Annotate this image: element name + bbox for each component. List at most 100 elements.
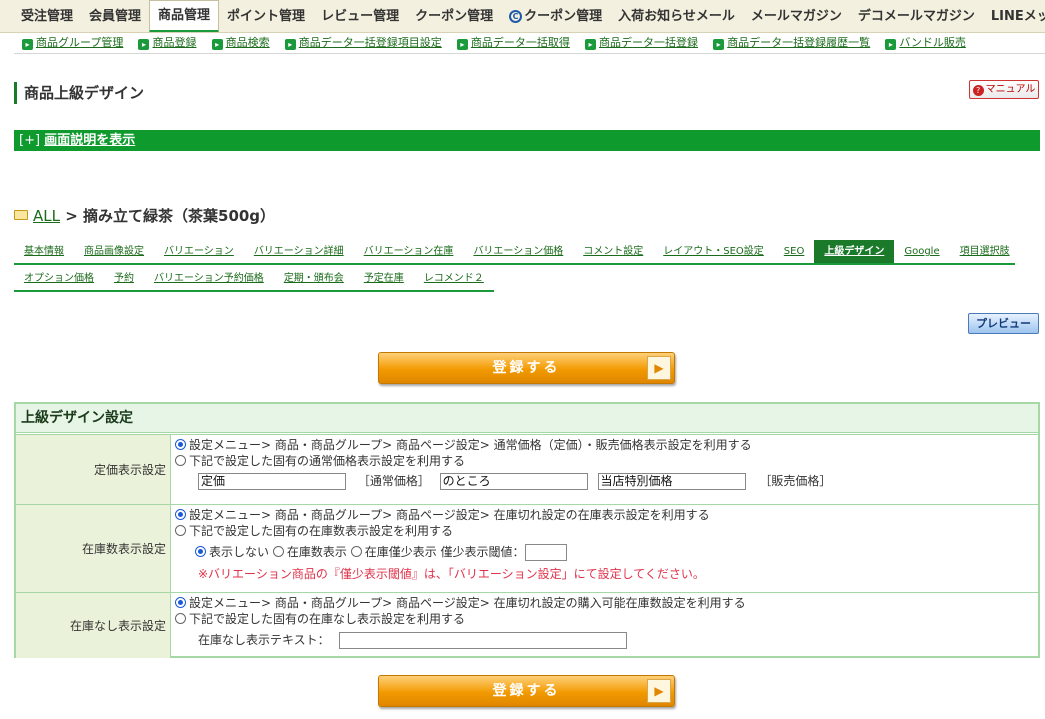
arrow-icon: ▸ [456,39,468,50]
radio-selected[interactable] [175,597,186,608]
nav-coupons[interactable]: クーポン管理 [407,0,501,32]
arrow-icon: ▸ [284,39,296,50]
breadcrumb-all[interactable]: ALL [33,207,60,225]
advanced-design-settings: 上級デザイン設定 定価表示設定 設定メニュー> 商品・商品グループ> 商品ページ… [14,402,1040,658]
subnav-bulk-fields[interactable]: ▸ 商品データ一括登録項目設定 [284,35,442,51]
nav-deco-mail[interactable]: デコメールマガジン [850,0,983,32]
arrow-right-icon: ▶ [647,356,671,380]
nav-mail-magazine[interactable]: メールマガジン [743,0,850,32]
tab-layout-seo[interactable]: レイアウト・SEO設定 [653,240,774,263]
c-coupon-icon: C [509,10,523,23]
settings-title: 上級デザイン設定 [16,404,1038,433]
nav-restock-mail[interactable]: 入荷お知らせメール [610,0,743,32]
help-toggle[interactable]: [+] [19,133,40,148]
price-option-custom[interactable]: 下記で設定した固有の通常価格表示設定を利用する [175,453,1038,469]
nostock-option-custom[interactable]: 下記で設定した固有の在庫なし表示設定を利用する [175,611,1038,627]
subnav-bulk-history[interactable]: ▸ 商品データ一括登録履歴一覧 [713,35,870,51]
arrow-icon: ▸ [585,39,597,50]
save-button-top[interactable]: 登録する ▶ [378,352,675,384]
stock-display-options: 設定メニュー> 商品・商品グループ> 商品ページ設定> 在庫切れ設定の在庫表示設… [172,505,1038,592]
nav-orders[interactable]: 受注管理 [13,0,81,32]
stock-option-custom[interactable]: 下記で設定した固有の在庫数表示設定を利用する [175,523,1038,539]
nav-products[interactable]: 商品管理 [149,0,220,32]
tab-option-price[interactable]: オプション価格 [14,267,104,290]
out-of-stock-options: 設定メニュー> 商品・商品グループ> 商品ページ設定> 在庫切れ設定の購入可能在… [172,593,1038,658]
preview-button[interactable]: プレビュー [968,313,1039,334]
question-icon: ? [972,85,984,96]
price-fields: 定価 ［通常価格］ のところ 当店特別価格 ［販売価格］ [175,473,1038,495]
subnav-bulk-export[interactable]: ▸ 商品データ一括取得 [456,35,570,51]
sub-navigation: ▸ 商品グループ管理 ▸ 商品登録 ▸ 商品検索 ▸ 商品データ一括登録項目設定 ▸ 商品… [22,35,977,51]
manual-button[interactable]: ? マニュアル [969,80,1039,99]
price-option-global[interactable]: 設定メニュー> 商品・商品グループ> 商品ページ設定> 通常価格（定価）・販売価… [175,437,1038,453]
nostock-text-input[interactable] [339,632,628,649]
folder-icon [14,210,28,220]
help-bar: [+] 画面説明を表示 [14,130,1040,151]
tab-google[interactable]: Google [894,240,949,263]
radio-unselected[interactable] [175,455,186,466]
nav-c-coupons[interactable]: C クーポン管理 [501,0,610,32]
tab-row-1: 基本情報 商品画像設定 バリエーション バリエーション詳細 バリエーション在庫 バリエーシ… [14,240,1015,265]
tab-comments[interactable]: コメント設定 [573,240,653,263]
nostock-text-label: 在庫なし表示テキスト： [198,633,330,647]
nav-reviews[interactable]: レビュー管理 [313,0,407,32]
arrow-icon: ▸ [885,39,897,50]
tab-advanced-design[interactable]: 上級デザイン [814,240,895,263]
subnav-bundle[interactable]: ▸ バンドル販売 [885,35,966,51]
tab-images[interactable]: 商品画像設定 [74,240,154,263]
sale-price-tag: ［販売価格］ [759,474,832,488]
regular-price-tag: ［通常価格］ [357,474,430,488]
tab-seo[interactable]: SEO [774,240,815,263]
breadcrumb-separator: > [59,207,83,225]
price-display-label: 定価表示設定 [16,435,171,504]
nav-members[interactable]: 会員管理 [81,0,149,32]
out-of-stock-label: 在庫なし表示設定 [16,593,171,658]
tab-subscription[interactable]: 定期・頒布会 [274,267,354,290]
radio-selected[interactable] [175,509,186,520]
tab-variation-reserve-price[interactable]: バリエーション予約価格 [144,267,274,290]
tab-basic-info[interactable]: 基本情報 [14,240,74,263]
threshold-label: 僅少表示閾値： [440,545,525,559]
subnav-bulk-import[interactable]: ▸ 商品データ一括登録 [585,35,698,51]
radio-few-stock[interactable] [350,546,362,557]
stock-display-label: 在庫数表示設定 [16,505,171,592]
page-title: 商品上級デザイン [14,82,144,104]
divider [14,53,1045,54]
radio-selected[interactable] [175,439,186,450]
tab-planned-stock[interactable]: 予定在庫 [354,267,414,290]
tab-recommend[interactable]: レコメンド２ [414,267,494,290]
save-button-bottom[interactable]: 登録する ▶ [378,675,675,707]
nostock-text-field: 在庫なし表示テキスト： [175,631,1038,651]
tab-variation-price[interactable]: バリエーション価格 [463,240,573,263]
price-connector-input[interactable]: のところ [439,473,588,490]
tab-variation-detail[interactable]: バリエーション詳細 [244,240,354,263]
save-label: 登録する [492,360,561,376]
radio-unselected[interactable] [175,613,186,624]
help-link[interactable]: 画面説明を表示 [44,133,135,148]
subnav-product-register[interactable]: ▸ 商品登録 [138,35,196,51]
stock-sub-options: 表示しない 在庫数表示 在庫僅少表示 僅少表示閾値： [175,543,1038,563]
tab-variation-stock[interactable]: バリエーション在庫 [354,240,464,263]
regular-price-prefix-input[interactable]: 定価 [198,473,346,490]
tab-reservation[interactable]: 予約 [104,267,144,290]
threshold-input[interactable] [524,544,567,561]
sale-price-prefix-input[interactable]: 当店特別価格 [597,473,746,490]
stock-display-row: 在庫数表示設定 設定メニュー> 商品・商品グループ> 商品ページ設定> 在庫切れ… [16,504,1038,592]
subnav-product-groups[interactable]: ▸ 商品グループ管理 [22,35,123,51]
subnav-product-search[interactable]: ▸ 商品検索 [211,35,270,51]
breadcrumb-product: 摘み立て緑茶（茶葉500g） [83,207,276,225]
manual-label: マニュアル [985,84,1036,95]
tab-item-options[interactable]: 項目選択肢 [950,240,1020,263]
nav-points[interactable]: ポイント管理 [219,0,313,32]
radio-hide-stock[interactable] [195,546,206,557]
arrow-icon: ▸ [211,39,223,50]
arrow-right-icon: ▶ [647,679,671,703]
arrow-icon: ▸ [713,39,725,50]
radio-unselected[interactable] [175,525,186,536]
stock-option-global[interactable]: 設定メニュー> 商品・商品グループ> 商品ページ設定> 在庫切れ設定の在庫表示設… [175,507,1038,523]
nostock-option-global[interactable]: 設定メニュー> 商品・商品グループ> 商品ページ設定> 在庫切れ設定の購入可能在… [175,595,1038,611]
nav-line-message[interactable]: LINEメッセー [983,0,1045,32]
tab-variations[interactable]: バリエーション [154,240,244,263]
radio-show-stock[interactable] [272,546,284,557]
save-label: 登録する [492,683,561,699]
